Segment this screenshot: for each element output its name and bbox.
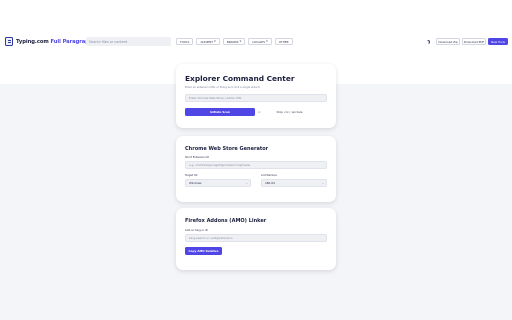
- nav-item-label: BRANDS: [226, 39, 239, 44]
- nav-item-other[interactable]: OTHER: [274, 38, 293, 45]
- extension-url-field[interactable]: [185, 94, 327, 102]
- addon-id-label: Add-on Slug or ID: [185, 229, 208, 232]
- architecture-label: Architecture: [261, 174, 277, 177]
- keyboard-logo-icon: [5, 37, 13, 46]
- explorer-title: Explorer Command Center: [185, 74, 295, 83]
- nav-item-audient[interactable]: AUDIENT ▼: [196, 38, 220, 45]
- addon-id-field[interactable]: [185, 234, 327, 242]
- architecture-select[interactable]: x86-64 ⌄: [261, 179, 327, 187]
- download-pdf-button[interactable]: Download PDF: [462, 38, 486, 45]
- target-ux-select[interactable]: Windows ⌄: [185, 179, 251, 187]
- chevron-down-icon: ⌄: [321, 181, 324, 185]
- drop-file-link[interactable]: Drop .crx / .xpi here: [277, 111, 303, 114]
- explorer-subtitle: Enter an extension URL or fixing and cli…: [185, 86, 261, 89]
- nav-item-locales[interactable]: LOCALES ▼: [248, 38, 272, 45]
- initiate-scan-button[interactable]: Initiate Scan: [185, 108, 255, 116]
- nav-item-brands[interactable]: BRANDS ▼: [222, 38, 246, 45]
- extension-id-field[interactable]: [185, 161, 327, 169]
- architecture-group: Architecture x86-64 ⌄: [261, 174, 327, 187]
- search-input[interactable]: [89, 39, 171, 44]
- firefox-linker-card: Firefox Addons (AMO) Linker Add-on Slug …: [176, 208, 336, 270]
- nav-item-tools[interactable]: TOOLS: [176, 38, 194, 45]
- nav-item-label: LOCALES: [252, 39, 265, 44]
- explorer-card: Explorer Command Center Enter an extensi…: [176, 64, 336, 128]
- nav-item-label: AUDIENT: [200, 39, 213, 44]
- nav-item-label: TOOLS: [180, 39, 190, 44]
- chrome-generator-card: Chrome Web Store Generator Short Extensi…: [176, 136, 336, 202]
- chevron-down-icon: ▼: [239, 40, 242, 43]
- extension-id-input[interactable]: [189, 163, 326, 167]
- extension-url-input[interactable]: [189, 96, 326, 100]
- firefox-title: Firefox Addons (AMO) Linker: [185, 218, 267, 224]
- explorer-actions: Initiate Scan or Drop .crx / .xpi here: [185, 108, 327, 116]
- nav-item-label: OTHER: [278, 39, 289, 44]
- or-separator: or: [258, 110, 261, 114]
- extension-id-label: Short Extension ID: [185, 156, 210, 159]
- chrome-selects: Target UX Windows ⌄ Architecture x86-64 …: [185, 174, 327, 187]
- architecture-value: x86-64: [265, 181, 275, 185]
- site-name: Typing.com: [16, 38, 49, 45]
- moon-icon: [426, 40, 430, 44]
- addon-id-input[interactable]: [189, 236, 326, 240]
- target-ux-value: Windows: [189, 181, 202, 185]
- target-ux-label: Target UX: [185, 174, 198, 177]
- new-tools-button[interactable]: New Tools: [488, 38, 508, 45]
- download-zip-button[interactable]: Download Zip: [436, 38, 460, 45]
- chevron-down-icon: ⌄: [245, 181, 248, 185]
- copy-amo-button[interactable]: Copy AMO Relative: [185, 247, 222, 255]
- nav-menu: TOOLS AUDIENT ▼ BRANDS ▼ LOCALES ▼ OTHER: [176, 38, 293, 45]
- chrome-title: Chrome Web Store Generator: [185, 146, 269, 152]
- theme-toggle-button[interactable]: [424, 38, 431, 45]
- chevron-down-icon: ▼: [265, 40, 268, 43]
- target-ux-group: Target UX Windows ⌄: [185, 174, 251, 187]
- chevron-down-icon: ▼: [213, 40, 216, 43]
- search-box[interactable]: [86, 37, 171, 46]
